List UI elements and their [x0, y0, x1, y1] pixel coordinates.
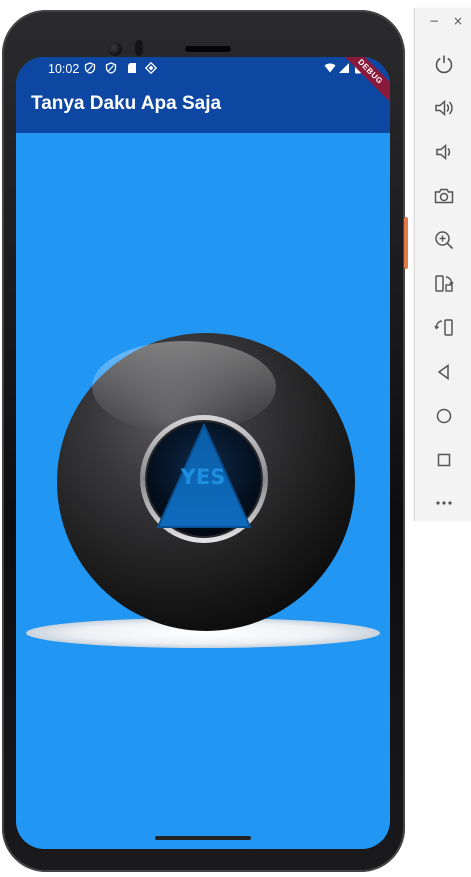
home-indicator[interactable] — [155, 836, 251, 840]
power-icon[interactable] — [429, 49, 459, 79]
toolbar-window-controls: − × — [415, 14, 471, 30]
emulator-window: 10:02 Tanya Daku Apa Saja DEBUG YES − × — [0, 0, 471, 877]
earpiece-speaker — [185, 46, 231, 52]
rotate-left-icon[interactable] — [429, 269, 459, 299]
rotate-right-icon[interactable] — [429, 313, 459, 343]
front-camera — [107, 41, 123, 57]
overview-icon[interactable] — [429, 445, 459, 475]
more-icon[interactable] — [429, 488, 459, 518]
minimize-icon[interactable]: − — [429, 14, 439, 28]
zoom-icon[interactable] — [429, 225, 459, 255]
volume-down-icon[interactable] — [429, 137, 459, 167]
back-icon[interactable] — [429, 357, 459, 387]
answer-text: YES — [180, 465, 226, 489]
magic-ball-image[interactable] — [16, 57, 390, 849]
camera-icon[interactable] — [429, 181, 459, 211]
side-power-button[interactable] — [404, 217, 408, 269]
magic-ball-button[interactable]: YES — [16, 57, 390, 849]
close-icon[interactable]: × — [453, 14, 463, 28]
app-screen: 10:02 Tanya Daku Apa Saja DEBUG YES — [16, 57, 390, 849]
proximity-sensor — [135, 40, 143, 56]
volume-up-icon[interactable] — [429, 93, 459, 123]
emulator-toolbar: − × — [414, 8, 471, 521]
home-icon[interactable] — [429, 401, 459, 431]
